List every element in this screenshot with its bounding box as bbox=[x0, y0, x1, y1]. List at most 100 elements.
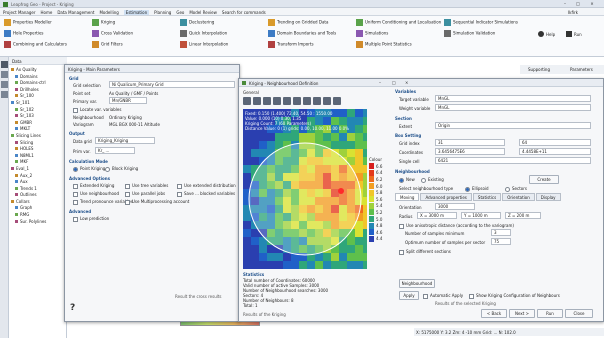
neigh-tab[interactable]: Orientation bbox=[502, 193, 535, 201]
tree-item[interactable]: Sr_103 bbox=[11, 113, 67, 120]
ribbon-button[interactable]: Cross Validation bbox=[92, 30, 133, 37]
single-cell-field[interactable]: 6421 bbox=[435, 157, 591, 164]
ribbon-button[interactable]: Sequential Indicator Simulations bbox=[444, 19, 518, 26]
neigh-minimize-icon[interactable]: – bbox=[379, 80, 381, 85]
maximize-icon[interactable]: □ bbox=[573, 1, 583, 7]
stats-icon[interactable] bbox=[1, 91, 8, 98]
ribbon-button[interactable]: Trending on Gridded Data bbox=[268, 19, 328, 26]
settings-icon[interactable] bbox=[333, 97, 341, 105]
tree-item[interactable]: Eval_1 bbox=[11, 166, 67, 173]
prim-var-out-field[interactable]: Kr_ ... bbox=[95, 147, 135, 154]
run-label[interactable]: Run bbox=[574, 32, 582, 37]
tree-item[interactable]: Aux_2 bbox=[11, 173, 67, 180]
ribbon-button[interactable]: Kriging bbox=[92, 19, 115, 26]
apply-button[interactable]: Apply bbox=[399, 291, 419, 300]
run-icon[interactable] bbox=[566, 31, 572, 37]
select-icon[interactable] bbox=[283, 97, 291, 105]
ribbon-button[interactable]: Transform Imports bbox=[268, 41, 314, 48]
export-icon[interactable] bbox=[323, 97, 331, 105]
measure-icon[interactable] bbox=[293, 97, 301, 105]
tree-item[interactable]: GMBR bbox=[11, 120, 67, 127]
tree-item[interactable]: N8ML1 bbox=[11, 153, 67, 160]
neigh-maximize-icon[interactable]: □ bbox=[392, 80, 396, 85]
tree-item[interactable]: Graph bbox=[11, 205, 67, 212]
coordinates-field[interactable]: 3.6456475E6 bbox=[435, 148, 505, 155]
supporting-label[interactable]: Supporting bbox=[528, 67, 550, 72]
tree-item[interactable]: RMG bbox=[11, 212, 67, 219]
tree-item[interactable]: Slicing Lines bbox=[11, 133, 67, 140]
tree-item[interactable]: Sr_100 bbox=[11, 93, 67, 100]
tree-item[interactable]: Ax Quality bbox=[11, 67, 67, 74]
ellipsoid-radio[interactable]: Ellipsoid bbox=[465, 186, 489, 192]
coordinates-right-field[interactable]: 4.4458E+11 bbox=[519, 148, 591, 155]
neigh-tab[interactable]: Moving bbox=[395, 193, 420, 201]
neigh-tab[interactable]: Display bbox=[535, 193, 561, 201]
tree-item[interactable]: Outlines bbox=[11, 192, 67, 199]
menu-item[interactable]: Modelling bbox=[99, 10, 118, 15]
min-samples-field[interactable]: 3 bbox=[491, 229, 511, 236]
tree-item[interactable]: Domains-ctrl bbox=[11, 80, 67, 87]
menu-item[interactable]: Project Manager bbox=[3, 10, 36, 15]
parameters-label[interactable]: Parameters bbox=[570, 67, 593, 72]
option-tree-variables[interactable]: Use tree variables bbox=[125, 183, 168, 189]
ribbon-button[interactable]: Grid Filters bbox=[92, 41, 123, 48]
kriging-map[interactable] bbox=[243, 109, 367, 269]
mode-new-radio[interactable]: New bbox=[399, 177, 415, 183]
ribbon-button[interactable]: Declustering bbox=[180, 19, 214, 26]
use-anisotropic-checkbox[interactable]: Use anisotropic distance (according to t… bbox=[399, 223, 514, 229]
close-icon[interactable]: × bbox=[587, 1, 597, 7]
tree-item[interactable]: Trends 1 bbox=[11, 186, 67, 193]
grid-selection-field[interactable]: Ni Qualicum_Primary Grid bbox=[109, 81, 235, 88]
menu-item[interactable]: Estimation bbox=[123, 10, 150, 15]
low-prediction-checkbox[interactable]: Low prediction bbox=[73, 216, 109, 222]
menu-item[interactable]: Search for commands bbox=[222, 10, 266, 15]
ribbon-button[interactable]: Simulations bbox=[356, 30, 388, 37]
tree-item[interactable]: Sr_102 bbox=[11, 107, 67, 114]
option-trend-pronounce[interactable]: Trend pronounce variables bbox=[73, 199, 133, 205]
general-tab[interactable]: General bbox=[243, 90, 259, 95]
zoom-out-icon[interactable] bbox=[253, 97, 261, 105]
radius-z-field[interactable]: Z = 200 m bbox=[505, 212, 541, 219]
option-extended-distribution[interactable]: Use extended distribution bbox=[177, 183, 236, 189]
ribbon-button[interactable]: Multiple Point Statistics bbox=[356, 41, 412, 48]
sectors-radio[interactable]: Sectors bbox=[505, 186, 527, 192]
weight-var-field[interactable]: MnGL bbox=[435, 104, 591, 111]
back-button[interactable]: < Back bbox=[481, 309, 507, 318]
create-button[interactable]: Create bbox=[529, 175, 559, 184]
ribbon-button[interactable]: Domain Boundaries and Tools bbox=[268, 30, 336, 37]
grid-icon[interactable] bbox=[303, 97, 311, 105]
ribbon-button[interactable]: Linear Interpolation bbox=[180, 41, 228, 48]
grid-index-field[interactable]: 31 bbox=[435, 139, 505, 146]
mode-existing-radio[interactable]: Existing bbox=[421, 177, 444, 183]
grid-index-right-field[interactable]: 64 bbox=[519, 139, 591, 146]
tree-item[interactable]: Sr_101 bbox=[11, 100, 67, 107]
minimize-icon[interactable]: – bbox=[560, 1, 570, 7]
opt-samples-field[interactable]: 75 bbox=[491, 238, 511, 245]
run-button[interactable]: Run bbox=[537, 309, 563, 318]
layers-icon[interactable] bbox=[1, 71, 8, 78]
block-kriging-radio[interactable]: Block Kriging bbox=[105, 166, 138, 172]
auto-apply-checkbox[interactable]: Automatic Apply bbox=[423, 293, 463, 299]
option-neighbourhood[interactable]: Use neighbourhood bbox=[73, 191, 119, 197]
target-var-field[interactable]: MnGL bbox=[435, 95, 591, 102]
locate-vars-checkbox[interactable]: Locate var. variables bbox=[73, 107, 121, 113]
menu-item[interactable]: Data Management bbox=[57, 10, 94, 15]
user-name[interactable]: Ikfirk bbox=[568, 10, 578, 15]
option-parallel-jobs[interactable]: Use parallel jobs bbox=[125, 191, 165, 197]
show-kriging-checkbox[interactable]: Show Kriging Configuration of Neighbours bbox=[469, 293, 560, 299]
data-view-icon[interactable] bbox=[1, 61, 8, 68]
help-label[interactable]: Help bbox=[546, 32, 555, 37]
tree-item[interactable]: MKF bbox=[11, 159, 67, 166]
reset-view-icon[interactable] bbox=[273, 97, 281, 105]
tree-item[interactable]: Slicing bbox=[11, 140, 67, 147]
data-grid-field[interactable]: Kriging_Kriging bbox=[95, 137, 155, 144]
zoom-in-icon[interactable] bbox=[243, 97, 251, 105]
help-icon[interactable] bbox=[538, 31, 544, 37]
radius-x-field[interactable]: X = 3000 m bbox=[417, 212, 457, 219]
ribbon-button[interactable]: Combining and Calculators bbox=[4, 41, 67, 48]
tree-item[interactable]: HOLES bbox=[11, 146, 67, 153]
next-button[interactable]: Next > bbox=[509, 309, 535, 318]
pan-icon[interactable] bbox=[263, 97, 271, 105]
ribbon-button[interactable]: Quick Interpolation bbox=[180, 30, 227, 37]
tree-item[interactable]: MKLT bbox=[11, 126, 67, 133]
